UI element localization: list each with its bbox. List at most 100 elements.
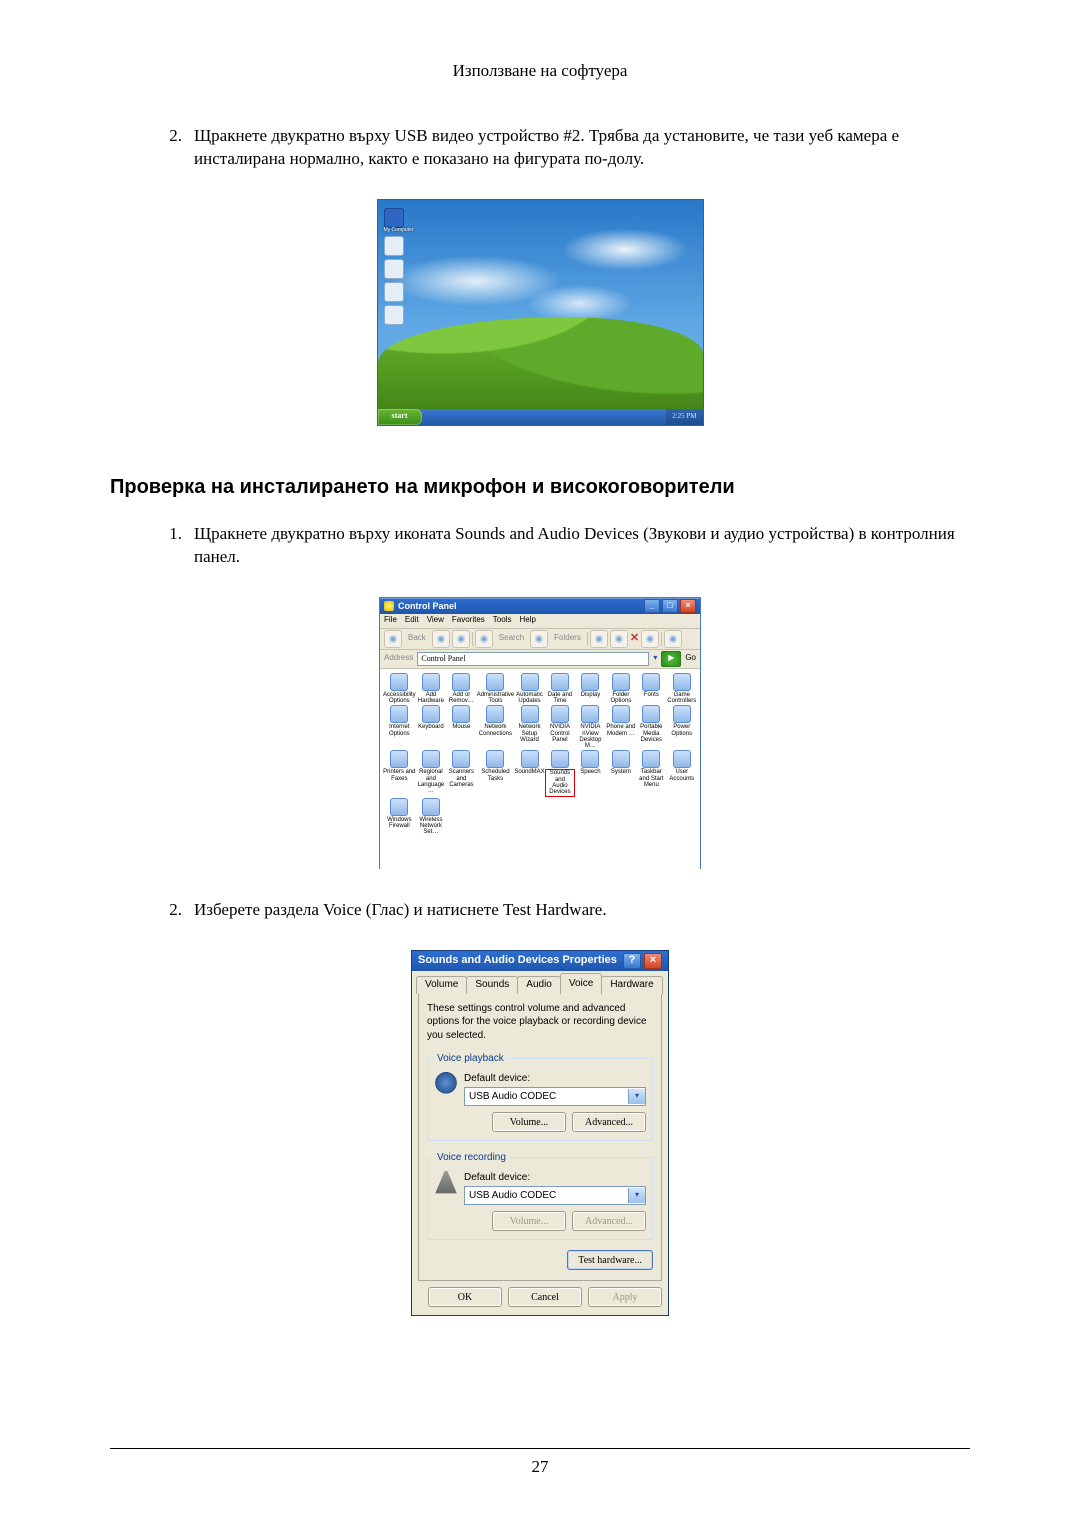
- cp-item[interactable]: System: [606, 750, 636, 796]
- cp-item-label: Add Hardware: [416, 692, 446, 705]
- copy-to-icon[interactable]: [610, 630, 628, 648]
- cp-item[interactable]: Date and Time: [545, 673, 575, 705]
- delete-icon[interactable]: ✕: [630, 631, 639, 646]
- cp-item[interactable]: NVIDIA Control Panel: [545, 705, 575, 749]
- menu-help[interactable]: Help: [519, 615, 535, 626]
- step-a2-text: Щракнете двукратно върху USB видео устро…: [194, 125, 970, 171]
- menu-tools[interactable]: Tools: [493, 615, 512, 626]
- menu-file[interactable]: File: [384, 615, 397, 626]
- cp-item-label: Power Options: [667, 724, 697, 737]
- go-button[interactable]: ▶: [661, 651, 681, 667]
- step-b2-number: 2.: [110, 899, 194, 922]
- desktop-icon-generic: [384, 236, 404, 256]
- cp-item[interactable]: Network Setup Wizard: [514, 705, 544, 749]
- test-hardware-button[interactable]: Test hardware...: [567, 1250, 653, 1270]
- close-button[interactable]: ×: [644, 953, 662, 969]
- cp-item[interactable]: Network Connections: [477, 705, 515, 749]
- cp-item[interactable]: Scheduled Tasks: [477, 750, 515, 796]
- menu-favorites[interactable]: Favorites: [452, 615, 485, 626]
- recording-default-label: Default device:: [464, 1171, 646, 1185]
- maximize-button[interactable]: □: [662, 599, 678, 613]
- cp-item[interactable]: Automatic Updates: [514, 673, 544, 705]
- cp-item-icon: [612, 673, 630, 691]
- search-icon[interactable]: [475, 630, 493, 648]
- cp-item[interactable]: Printers and Faxes: [383, 750, 416, 796]
- address-input[interactable]: [417, 652, 649, 666]
- cp-item-icon: [581, 705, 599, 723]
- playback-volume-button[interactable]: Volume...: [492, 1112, 566, 1132]
- cp-item[interactable]: Administrative Tools: [477, 673, 515, 705]
- folders-icon[interactable]: [530, 630, 548, 648]
- cp-item[interactable]: Sounds and Audio Devices: [545, 750, 575, 796]
- cp-item[interactable]: Wireless Network Set…: [416, 798, 446, 836]
- cp-item[interactable]: Game Controllers: [667, 673, 697, 705]
- menu-bar[interactable]: File Edit View Favorites Tools Help: [380, 614, 700, 629]
- cp-item-label: Wireless Network Set…: [416, 817, 446, 836]
- voice-recording-legend: Voice recording: [434, 1151, 509, 1165]
- cp-item-label: Windows Firewall: [383, 817, 416, 830]
- cp-item[interactable]: Taskbar and Start Menu: [636, 750, 666, 796]
- forward-button[interactable]: [432, 630, 450, 648]
- back-label: Back: [404, 633, 430, 644]
- tray-clock: 2:25 PM: [672, 412, 696, 421]
- sounds-audio-dialog: Sounds and Audio Devices Properties ? × …: [411, 950, 669, 1317]
- tab-audio[interactable]: Audio: [517, 976, 561, 994]
- cp-item[interactable]: User Accounts: [667, 750, 697, 796]
- cp-item-icon: [521, 673, 539, 691]
- minimize-button[interactable]: _: [644, 599, 660, 613]
- cp-item[interactable]: Accessibility Options: [383, 673, 416, 705]
- cp-item[interactable]: Speech: [575, 750, 605, 796]
- cp-item-label: Scanners and Cameras: [446, 769, 476, 788]
- cp-item-label: Portable Media Devices: [636, 724, 666, 743]
- help-button[interactable]: ?: [623, 953, 641, 969]
- move-to-icon[interactable]: [590, 630, 608, 648]
- cp-item[interactable]: Add or Remov…: [446, 673, 476, 705]
- cp-item-icon: [486, 705, 504, 723]
- cp-item[interactable]: Fonts: [636, 673, 666, 705]
- cp-item-icon: [390, 673, 408, 691]
- cp-item[interactable]: Scanners and Cameras: [446, 750, 476, 796]
- cp-item[interactable]: Folder Options: [606, 673, 636, 705]
- cp-item[interactable]: Phone and Modem …: [606, 705, 636, 749]
- cp-item[interactable]: Keyboard: [416, 705, 446, 749]
- cp-item[interactable]: Add Hardware: [416, 673, 446, 705]
- undo-icon[interactable]: [641, 630, 659, 648]
- address-dropdown-icon[interactable]: ▾: [653, 653, 657, 664]
- recording-device-select[interactable]: USB Audio CODEC ▾: [464, 1186, 646, 1205]
- cp-item[interactable]: Internet Options: [383, 705, 416, 749]
- playback-advanced-button[interactable]: Advanced...: [572, 1112, 646, 1132]
- menu-edit[interactable]: Edit: [405, 615, 419, 626]
- cancel-button[interactable]: Cancel: [508, 1287, 582, 1307]
- cp-item[interactable]: Display: [575, 673, 605, 705]
- cp-item[interactable]: Mouse: [446, 705, 476, 749]
- cp-item-label: Keyboard: [418, 724, 444, 730]
- tab-hardware[interactable]: Hardware: [601, 976, 662, 994]
- dropdown-icon[interactable]: ▾: [628, 1188, 645, 1203]
- cp-item-label: Automatic Updates: [514, 692, 544, 705]
- close-button[interactable]: ×: [680, 599, 696, 613]
- tab-volume[interactable]: Volume: [416, 976, 467, 994]
- back-button[interactable]: [384, 630, 402, 648]
- xp-desktop-figure: My Computer start 2:25 PM: [377, 199, 704, 426]
- cp-item-icon: [422, 705, 440, 723]
- address-bar: Address ▾ ▶ Go: [380, 650, 700, 669]
- tab-voice[interactable]: Voice: [560, 973, 602, 994]
- playback-device-select[interactable]: USB Audio CODEC ▾: [464, 1087, 646, 1106]
- cp-item[interactable]: Windows Firewall: [383, 798, 416, 836]
- cp-item-label: Game Controllers: [667, 692, 697, 705]
- ok-button[interactable]: OK: [428, 1287, 502, 1307]
- cp-item[interactable]: SoundMAX: [514, 750, 544, 796]
- tab-sounds[interactable]: Sounds: [466, 976, 518, 994]
- control-panel-items-grid: Accessibility OptionsAdd HardwareAdd or …: [380, 669, 700, 840]
- up-button[interactable]: [452, 630, 470, 648]
- cp-item-label: Accessibility Options: [383, 692, 416, 705]
- menu-view[interactable]: View: [427, 615, 444, 626]
- cp-item-label: Add or Remov…: [446, 692, 476, 705]
- cp-item[interactable]: Regional and Language …: [416, 750, 446, 796]
- start-button[interactable]: start: [378, 409, 422, 425]
- dropdown-icon[interactable]: ▾: [628, 1089, 645, 1104]
- views-icon[interactable]: [664, 630, 682, 648]
- cp-item[interactable]: Portable Media Devices: [636, 705, 666, 749]
- cp-item[interactable]: NVIDIA nView Desktop M…: [575, 705, 605, 749]
- cp-item[interactable]: Power Options: [667, 705, 697, 749]
